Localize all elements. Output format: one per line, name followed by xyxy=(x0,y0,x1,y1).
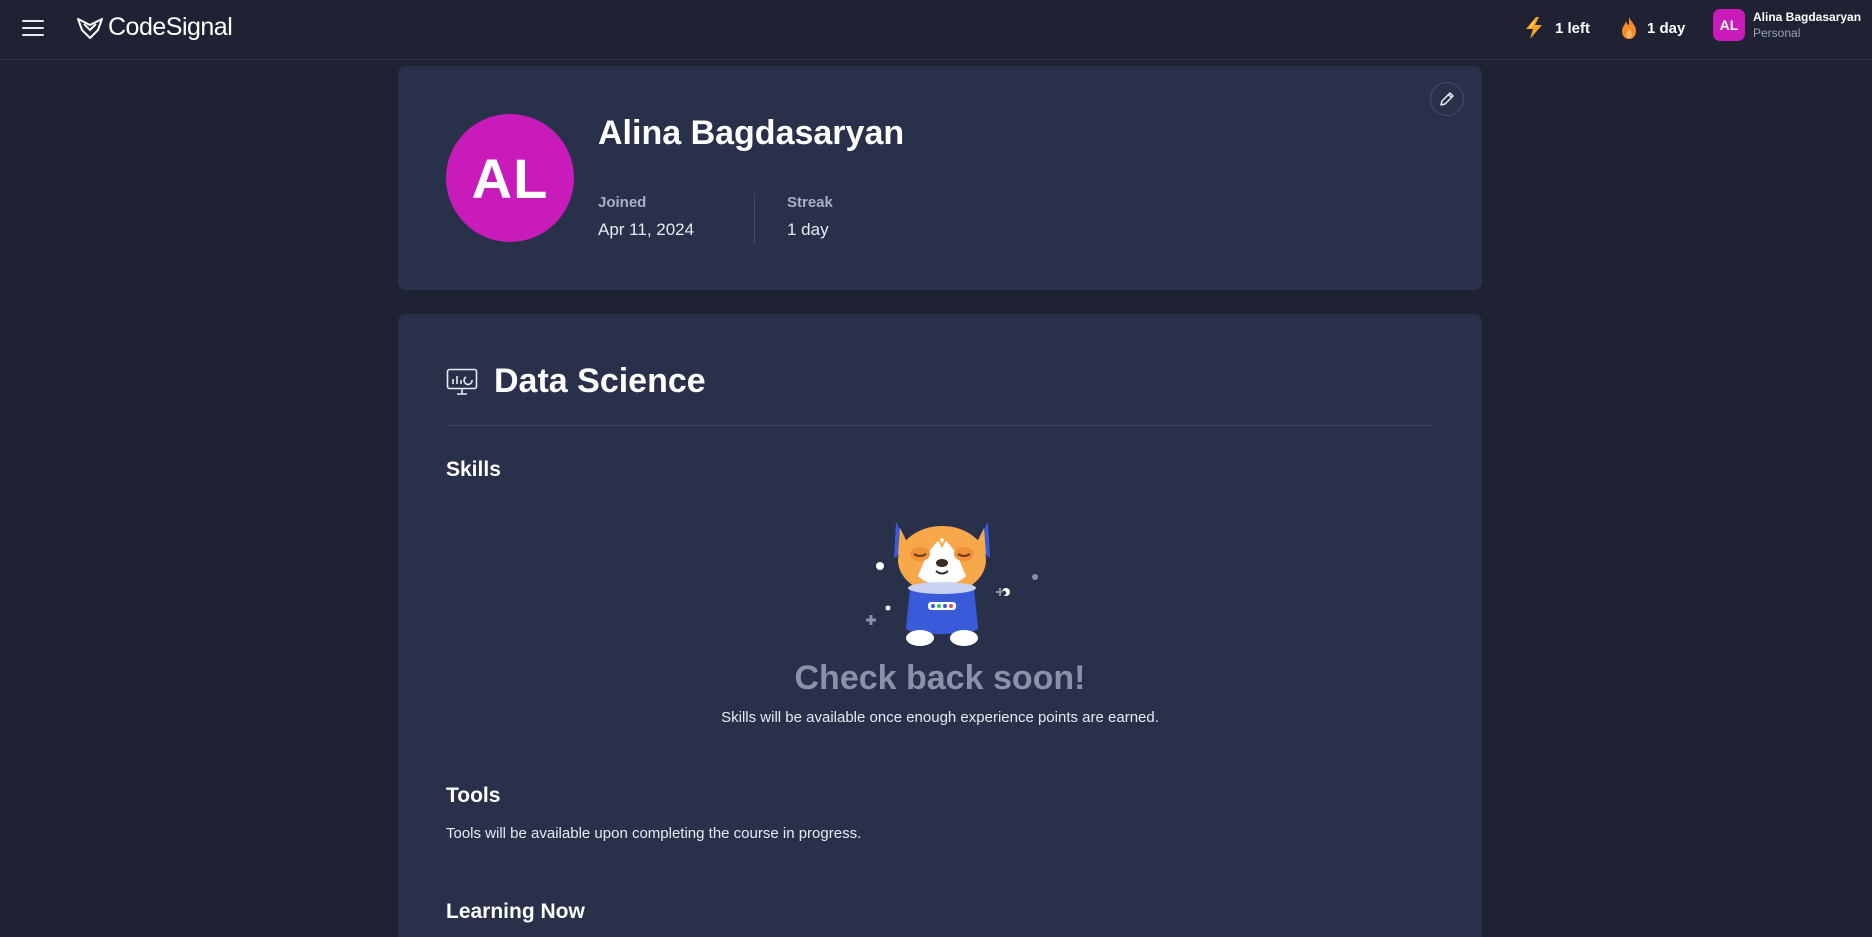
menu-icon[interactable] xyxy=(22,20,44,36)
divider xyxy=(446,425,1434,426)
streak-info-label: Streak xyxy=(787,194,833,211)
profile-avatar: AL xyxy=(446,114,574,242)
flame-icon xyxy=(1622,17,1636,39)
streak-info: Streak 1 day xyxy=(787,194,833,240)
joined-info: Joined Apr 11, 2024 xyxy=(598,194,694,240)
logo[interactable]: CodeSignal xyxy=(76,13,233,42)
user-name: Alina Bagdasaryan xyxy=(1753,10,1862,24)
presentation-chart-icon xyxy=(446,368,478,395)
energy-counter[interactable]: 1 left xyxy=(1522,16,1590,40)
streak-counter[interactable]: 1 day xyxy=(1620,16,1685,40)
joined-label: Joined xyxy=(598,194,647,211)
energy-label: 1 left xyxy=(1555,19,1591,37)
tools-heading: Tools xyxy=(446,784,501,807)
profile-card: AL Alina Bagdasaryan Joined Apr 11, 2024… xyxy=(398,66,1482,290)
streak-info-value: 1 day xyxy=(787,220,829,239)
tools-description: Tools will be available upon completing … xyxy=(446,825,862,842)
corgi-mascot-illustration xyxy=(866,522,1038,646)
section-title: Data Science xyxy=(494,362,706,400)
divider xyxy=(754,194,755,244)
lightning-icon xyxy=(1526,17,1542,39)
top-bar: CodeSignal 1 left 1 day AL Alina Bagdasa… xyxy=(0,0,1872,60)
data-science-header: Data Science xyxy=(446,362,706,401)
user-plan: Personal xyxy=(1753,26,1801,40)
streak-label: 1 day xyxy=(1647,19,1686,37)
pencil-icon xyxy=(1440,92,1454,106)
learning-now-heading: Learning Now xyxy=(446,900,585,923)
profile-name: Alina Bagdasaryan xyxy=(598,114,905,152)
user-menu[interactable]: AL Alina Bagdasaryan Personal xyxy=(1713,9,1861,41)
codesignal-logo-icon xyxy=(77,17,103,39)
data-science-card: Data Science Skills Check back soon! Ski… xyxy=(398,314,1482,937)
edit-profile-button[interactable] xyxy=(1430,82,1464,116)
skills-description: Skills will be available once enough exp… xyxy=(721,709,1159,726)
joined-value: Apr 11, 2024 xyxy=(598,220,695,239)
avatar: AL xyxy=(1713,9,1745,41)
empty-state-heading: Check back soon! xyxy=(794,659,1086,697)
logo-text: CodeSignal xyxy=(108,13,233,41)
skills-heading: Skills xyxy=(446,458,501,481)
